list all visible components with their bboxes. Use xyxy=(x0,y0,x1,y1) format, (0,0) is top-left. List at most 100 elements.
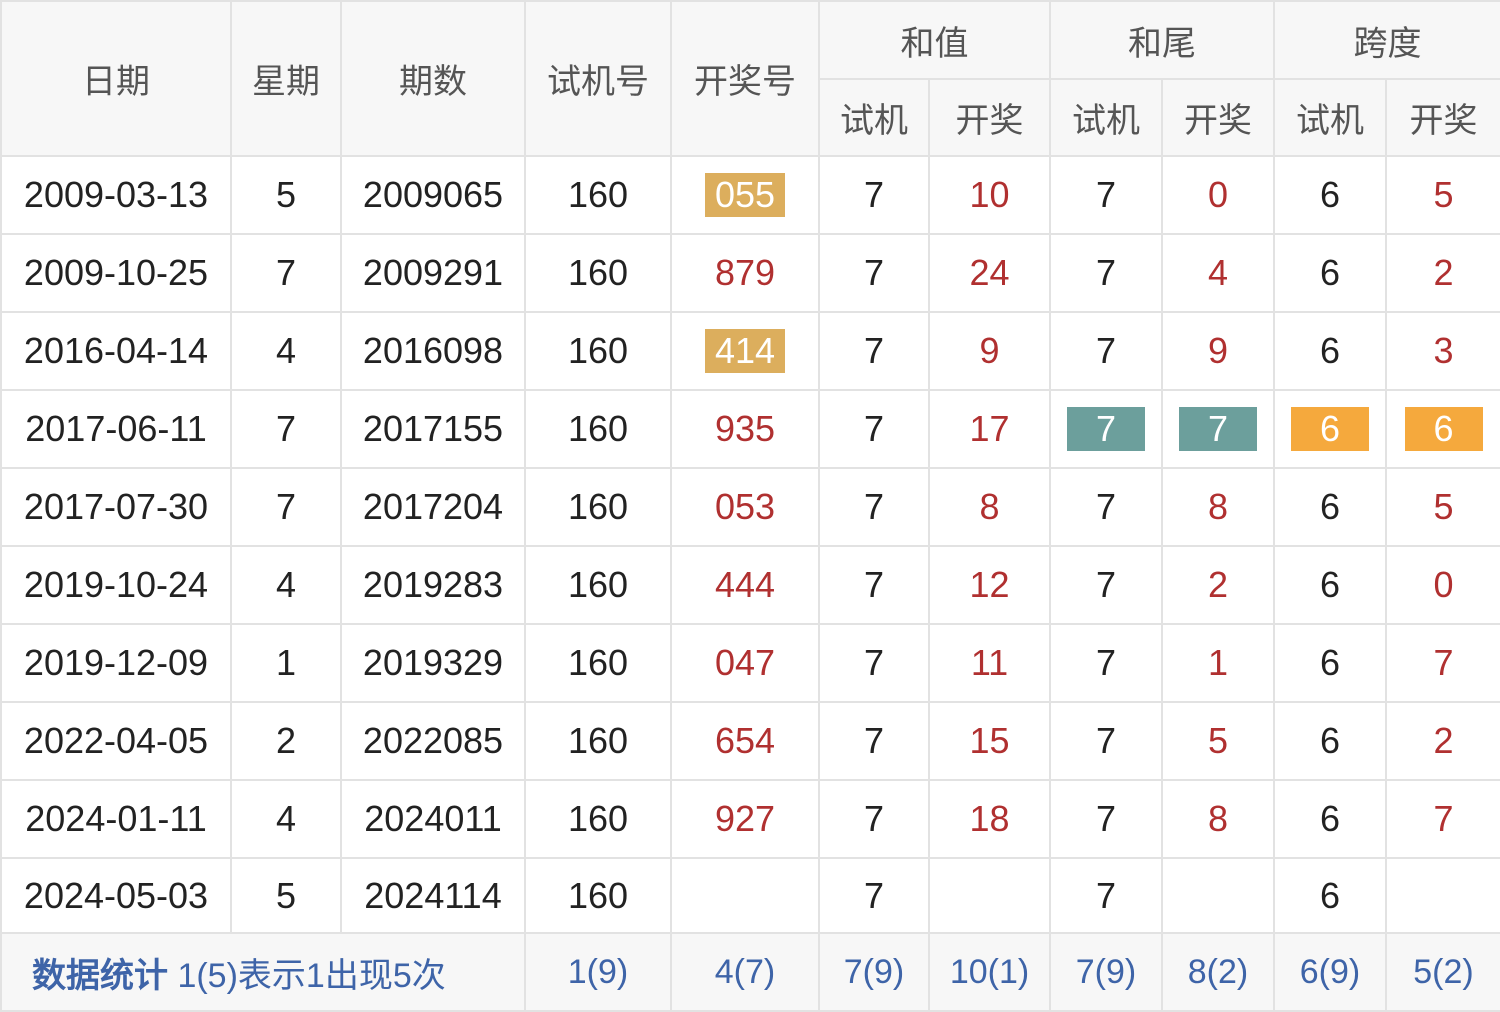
sum-trial-cell: 7 xyxy=(818,233,930,313)
table-header: 日期 星期 期数 试机号 开奖号 和值 和尾 跨度 试机 开奖 试机 开奖 试机… xyxy=(0,0,1500,157)
stats-sum-draw: 10(1) xyxy=(928,932,1051,1012)
table-row: 2019-10-24 4 2019283 160 444 7 12 7 2 6 … xyxy=(0,545,1500,625)
sum-trial-cell: 7 xyxy=(818,545,930,625)
span-trial-cell: 6 xyxy=(1273,857,1387,934)
span-trial-cell: 6 xyxy=(1273,233,1387,313)
lottery-trial-table: 日期 星期 期数 试机号 开奖号 和值 和尾 跨度 试机 开奖 试机 开奖 试机… xyxy=(0,0,1500,1012)
trial-cell: 160 xyxy=(524,857,672,934)
span-trial-cell: 6 xyxy=(1273,701,1387,781)
draw-cell: 053 xyxy=(670,467,820,547)
sum-draw-cell: 18 xyxy=(928,779,1051,859)
sum-draw-cell xyxy=(928,857,1051,934)
sum-trial-cell: 7 xyxy=(818,623,930,703)
header-draw-number: 开奖号 xyxy=(670,0,820,157)
sum-draw-cell: 8 xyxy=(928,467,1051,547)
sum-trial-cell: 7 xyxy=(818,155,930,235)
stats-draw: 4(7) xyxy=(670,932,820,1012)
stats-label: 数据统计 1(5)表示1出现5次 xyxy=(0,932,526,1012)
span-trial-cell: 6 xyxy=(1273,155,1387,235)
issue-cell: 2009065 xyxy=(340,155,526,235)
date-cell: 2019-12-09 xyxy=(0,623,232,703)
span-match-badge: 6 xyxy=(1291,407,1369,451)
table-row: 2024-01-11 4 2024011 160 927 7 18 7 8 6 … xyxy=(0,779,1500,859)
weekday-cell: 4 xyxy=(230,779,342,859)
sum-trial-cell: 7 xyxy=(818,857,930,934)
sum-draw-cell: 24 xyxy=(928,233,1051,313)
stats-row: 数据统计 1(5)表示1出现5次 1(9) 4(7) 7(9) 10(1) 7(… xyxy=(0,932,1500,1012)
issue-cell: 2019329 xyxy=(340,623,526,703)
header-date: 日期 xyxy=(0,0,232,157)
date-cell: 2022-04-05 xyxy=(0,701,232,781)
tail-draw-cell: 4 xyxy=(1161,233,1275,313)
trial-cell: 160 xyxy=(524,701,672,781)
tail-match-badge: 7 xyxy=(1067,407,1145,451)
span-trial-cell: 6 xyxy=(1273,623,1387,703)
date-cell: 2017-06-11 xyxy=(0,389,232,469)
tail-draw-cell: 0 xyxy=(1161,155,1275,235)
table-body: 2009-03-13 5 2009065 160 055 7 10 7 0 6 … xyxy=(0,155,1500,934)
stats-title: 数据统计 xyxy=(32,956,168,995)
stats-trial: 1(9) xyxy=(524,932,672,1012)
span-trial-cell: 6 xyxy=(1273,389,1387,469)
draw-highlight-badge: 414 xyxy=(704,329,786,373)
draw-highlight-badge: 055 xyxy=(704,173,786,217)
span-draw-cell xyxy=(1385,857,1500,934)
span-trial-cell: 6 xyxy=(1273,467,1387,547)
issue-cell: 2019283 xyxy=(340,545,526,625)
tail-trial-cell: 7 xyxy=(1049,779,1163,859)
trial-cell: 160 xyxy=(524,155,672,235)
tail-trial-cell: 7 xyxy=(1049,233,1163,313)
draw-cell: 654 xyxy=(670,701,820,781)
tail-draw-cell: 8 xyxy=(1161,467,1275,547)
span-draw-cell: 5 xyxy=(1385,155,1500,235)
span-draw-cell: 0 xyxy=(1385,545,1500,625)
draw-cell: 935 xyxy=(670,389,820,469)
header-trial-number: 试机号 xyxy=(524,0,672,157)
trial-cell: 160 xyxy=(524,311,672,391)
weekday-cell: 7 xyxy=(230,389,342,469)
header-sum-trial: 试机 xyxy=(818,78,930,157)
tail-trial-cell: 7 xyxy=(1049,857,1163,934)
table-row: 2024-05-03 5 2024114 160 7 7 6 xyxy=(0,857,1500,934)
header-tail-group: 和尾 xyxy=(1049,0,1275,80)
trial-cell: 160 xyxy=(524,233,672,313)
issue-cell: 2024011 xyxy=(340,779,526,859)
table-row: 2016-04-14 4 2016098 160 414 7 9 7 9 6 3 xyxy=(0,311,1500,391)
table-row: 2009-03-13 5 2009065 160 055 7 10 7 0 6 … xyxy=(0,155,1500,235)
tail-draw-cell xyxy=(1161,857,1275,934)
span-draw-cell: 5 xyxy=(1385,467,1500,547)
issue-cell: 2009291 xyxy=(340,233,526,313)
tail-draw-cell: 1 xyxy=(1161,623,1275,703)
table-row: 2019-12-09 1 2019329 160 047 7 11 7 1 6 … xyxy=(0,623,1500,703)
header-sum-group: 和值 xyxy=(818,0,1051,80)
header-span-trial: 试机 xyxy=(1273,78,1387,157)
span-trial-cell: 6 xyxy=(1273,779,1387,859)
table-row: 2009-10-25 7 2009291 160 879 7 24 7 4 6 … xyxy=(0,233,1500,313)
weekday-cell: 4 xyxy=(230,545,342,625)
sum-draw-cell: 9 xyxy=(928,311,1051,391)
date-cell: 2009-10-25 xyxy=(0,233,232,313)
table-row: 2017-06-11 7 2017155 160 935 7 17 7 7 6 … xyxy=(0,389,1500,469)
date-cell: 2009-03-13 xyxy=(0,155,232,235)
weekday-cell: 5 xyxy=(230,857,342,934)
span-draw-cell: 7 xyxy=(1385,623,1500,703)
sum-trial-cell: 7 xyxy=(818,389,930,469)
stats-span-trial: 6(9) xyxy=(1273,932,1387,1012)
tail-trial-cell: 7 xyxy=(1049,623,1163,703)
sum-trial-cell: 7 xyxy=(818,701,930,781)
span-draw-cell: 3 xyxy=(1385,311,1500,391)
draw-cell: 055 xyxy=(670,155,820,235)
header-sum-draw: 开奖 xyxy=(928,78,1051,157)
draw-cell: 879 xyxy=(670,233,820,313)
trial-cell: 160 xyxy=(524,545,672,625)
sum-draw-cell: 12 xyxy=(928,545,1051,625)
trial-cell: 160 xyxy=(524,623,672,703)
trial-cell: 160 xyxy=(524,467,672,547)
draw-cell xyxy=(670,857,820,934)
header-issue: 期数 xyxy=(340,0,526,157)
header-span-group: 跨度 xyxy=(1273,0,1500,80)
tail-trial-cell: 7 xyxy=(1049,389,1163,469)
draw-cell: 414 xyxy=(670,311,820,391)
header-weekday: 星期 xyxy=(230,0,342,157)
tail-draw-cell: 5 xyxy=(1161,701,1275,781)
